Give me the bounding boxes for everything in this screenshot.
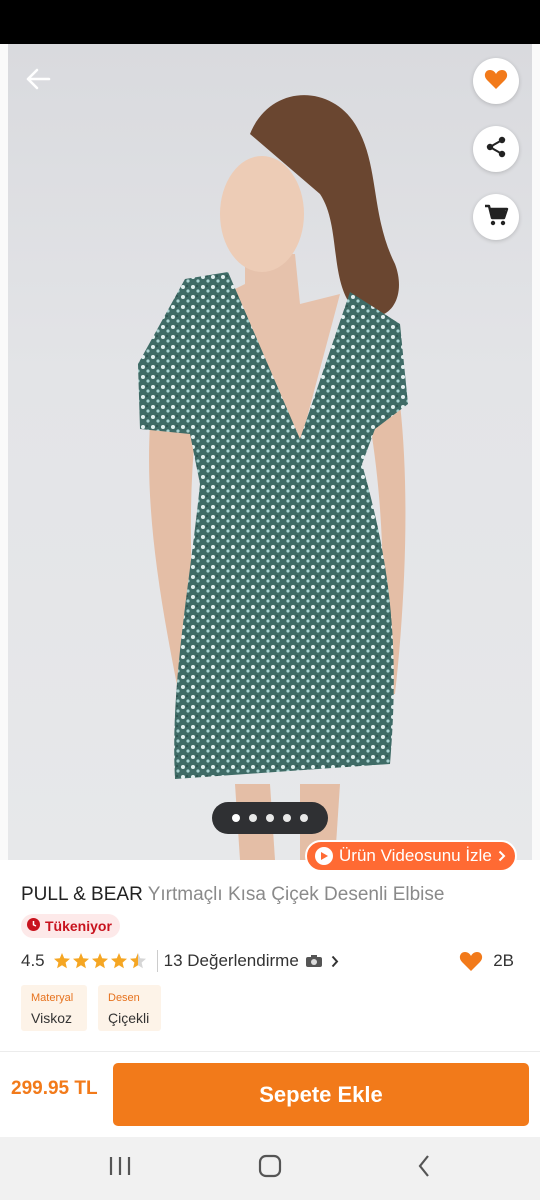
product-image-gallery[interactable] — [0, 44, 540, 860]
favorites-count: 2B — [493, 951, 514, 970]
back-button[interactable] — [18, 66, 58, 96]
stock-badge-label: Tükeniyor — [45, 918, 112, 934]
favorites-counter[interactable]: 2B — [459, 948, 514, 974]
home-icon — [258, 1154, 282, 1183]
recent-apps-button[interactable] — [106, 1151, 134, 1185]
play-icon — [315, 847, 333, 865]
share-icon — [484, 135, 508, 164]
product-price: 299.95 TL — [11, 1078, 98, 1099]
cart-icon — [483, 203, 509, 232]
rating-stars — [53, 952, 149, 970]
attribute-value: Viskoz — [31, 1010, 72, 1026]
rating-value: 4.5 — [21, 951, 45, 970]
product-photo — [138, 95, 408, 860]
camera-icon — [305, 954, 323, 968]
system-navigation-bar — [0, 1137, 540, 1200]
favorite-button[interactable] — [473, 58, 519, 104]
cart-button[interactable] — [473, 194, 519, 240]
product-title: PULL & BEAR Yırtmaçlı Kısa Çiçek Desenli… — [21, 884, 444, 906]
share-button[interactable] — [473, 126, 519, 172]
pagination-dot[interactable] — [266, 814, 274, 822]
add-to-cart-button[interactable]: Sepete Ekle — [113, 1063, 529, 1126]
pagination-dot[interactable] — [300, 814, 308, 822]
arrow-left-icon — [25, 68, 51, 95]
product-brand[interactable]: PULL & BEAR — [21, 884, 143, 905]
chevron-right-icon — [498, 850, 506, 862]
product-name: Yırtmaçlı Kısa Çiçek Desenli Elbise — [147, 884, 445, 905]
watch-video-button[interactable]: Ürün Videosunu İzle — [305, 840, 517, 872]
chevron-left-icon — [417, 1154, 431, 1183]
chevron-right-icon — [331, 955, 339, 968]
system-back-button[interactable] — [410, 1151, 438, 1185]
heart-icon — [484, 68, 508, 95]
attribute-key: Materyal — [31, 992, 74, 1004]
watch-video-label: Ürün Videosunu İzle — [339, 846, 492, 865]
recent-apps-icon — [108, 1155, 132, 1182]
attribute-material: Materyal Viskoz — [21, 985, 87, 1031]
heart-icon — [459, 950, 483, 972]
pagination-dot[interactable] — [232, 814, 240, 822]
star-icons — [53, 953, 146, 969]
stock-badge: Tükeniyor — [21, 914, 120, 938]
rating-row[interactable]: 4.5 13 Değerlendirme — [21, 948, 339, 974]
attribute-value: Çiçekli — [108, 1010, 150, 1026]
gallery-pagination — [212, 802, 328, 834]
attribute-key: Desen — [108, 992, 140, 1004]
home-button[interactable] — [256, 1151, 284, 1185]
reviews-count: 13 Değerlendirme — [163, 951, 299, 970]
pagination-dot[interactable] — [249, 814, 257, 822]
attribute-pattern: Desen Çiçekli — [98, 985, 161, 1031]
status-bar — [0, 0, 540, 44]
clock-icon — [27, 918, 40, 934]
pagination-dot[interactable] — [283, 814, 291, 822]
